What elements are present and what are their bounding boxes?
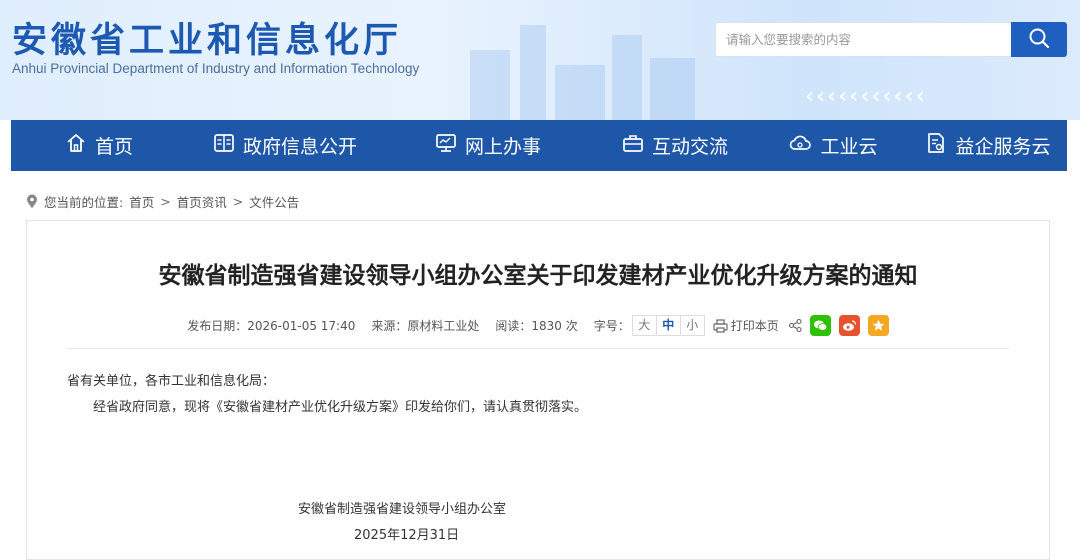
- search-box: [715, 22, 1011, 57]
- article-source: 来源：原材料工业处: [371, 319, 480, 333]
- search-icon: [1028, 27, 1050, 53]
- print-label: 打印本页: [730, 319, 779, 333]
- share-icon: [788, 319, 802, 332]
- briefcase-icon: [622, 132, 652, 159]
- publish-date: 发布日期：2026-01-05 17:40: [187, 319, 356, 333]
- main-nav: 首页 政府信息公开 网上办事 互动交流 工业云 益企服务云: [11, 120, 1067, 171]
- site-logo-title[interactable]: 安徽省工业和信息化厅: [12, 12, 402, 63]
- wechat-icon: [813, 319, 828, 332]
- article-meta: 发布日期：2026-01-05 17:40 来源：原材料工业处 阅读：1830 …: [27, 315, 1049, 336]
- nav-item-gov-info[interactable]: 政府信息公开: [187, 120, 383, 171]
- cloud-icon: [788, 132, 820, 159]
- document-grid-icon: [213, 132, 243, 159]
- breadcrumb-prefix: 您当前的位置:: [44, 195, 124, 210]
- site-logo-subtitle: Anhui Provincial Department of Industry …: [12, 61, 420, 76]
- banner-decoration: [470, 50, 510, 120]
- article-signature: 安徽省制造强省建设领导小组办公室: [298, 502, 507, 517]
- banner-decoration: [612, 35, 642, 120]
- nav-item-label: 政府信息公开: [242, 136, 357, 158]
- article-panel: 安徽省制造强省建设领导小组办公室关于印发建材产业优化升级方案的通知 发布日期：2…: [26, 220, 1050, 560]
- banner-decoration: [520, 25, 546, 120]
- font-size-label: 字号：: [593, 319, 630, 333]
- search-button[interactable]: [1011, 22, 1067, 57]
- breadcrumb-separator: >: [232, 194, 244, 209]
- share-weibo-button[interactable]: [838, 315, 860, 336]
- home-icon: [65, 132, 95, 159]
- star-icon: [872, 319, 885, 332]
- monitor-icon: [435, 132, 465, 159]
- article-salutation: 省有关单位，各市工业和信息化局：: [67, 374, 276, 389]
- printer-icon: [713, 318, 728, 333]
- weibo-icon: [842, 319, 857, 332]
- location-pin-icon: [26, 194, 38, 209]
- nav-item-label: 网上办事: [464, 136, 541, 158]
- breadcrumb-separator: >: [160, 194, 171, 209]
- article-paragraph: 经省政府同意，现将《安徽省建材产业优化升级方案》印发给你们，请认真贯彻落实。: [93, 400, 588, 415]
- nav-item-interaction[interactable]: 互动交流: [593, 120, 757, 171]
- nav-item-online-services[interactable]: 网上办事: [383, 120, 593, 171]
- search-input[interactable]: [716, 23, 1011, 56]
- banner-decoration: [555, 65, 605, 120]
- nav-item-enterprise-cloud[interactable]: 益企服务云: [909, 120, 1067, 171]
- favorite-button[interactable]: [867, 315, 889, 336]
- font-size-medium-button[interactable]: 中: [655, 316, 680, 335]
- banner-chevrons: ‹‹‹‹‹‹‹‹‹‹‹: [805, 84, 927, 109]
- read-count: 阅读：1830 次: [495, 319, 578, 333]
- share-wechat-button[interactable]: [809, 315, 831, 336]
- article-title: 安徽省制造强省建设领导小组办公室关于印发建材产业优化升级方案的通知: [158, 263, 918, 289]
- breadcrumb-link-notices[interactable]: 文件公告: [249, 192, 299, 211]
- banner-decoration: [650, 58, 695, 120]
- meta-divider: [67, 348, 1009, 349]
- nav-item-label: 益企服务云: [955, 136, 1051, 158]
- document-gear-icon: [925, 132, 955, 159]
- breadcrumb-link-home[interactable]: 首页: [129, 192, 154, 211]
- nav-item-industry-cloud[interactable]: 工业云: [757, 120, 909, 171]
- header-banner: ‹‹‹‹‹‹‹‹‹‹‹ 安徽省工业和信息化厅 Anhui Provincial …: [0, 0, 1080, 120]
- article-sign-date: 2025年12月31日: [354, 528, 460, 543]
- font-size-switcher: 大 中 小: [631, 315, 705, 336]
- nav-item-label: 首页: [94, 136, 133, 158]
- nav-item-label: 互动交流: [651, 136, 728, 158]
- nav-item-home[interactable]: 首页: [11, 120, 187, 171]
- font-size-small-button[interactable]: 小: [679, 316, 704, 335]
- breadcrumb-link-news[interactable]: 首页资讯: [177, 192, 227, 211]
- nav-item-label: 工业云: [820, 136, 878, 158]
- font-size-large-button[interactable]: 大: [633, 316, 656, 335]
- print-button[interactable]: 打印本页: [713, 317, 779, 334]
- breadcrumb: 您当前的位置: 首页 > 首页资讯 > 文件公告: [26, 192, 299, 211]
